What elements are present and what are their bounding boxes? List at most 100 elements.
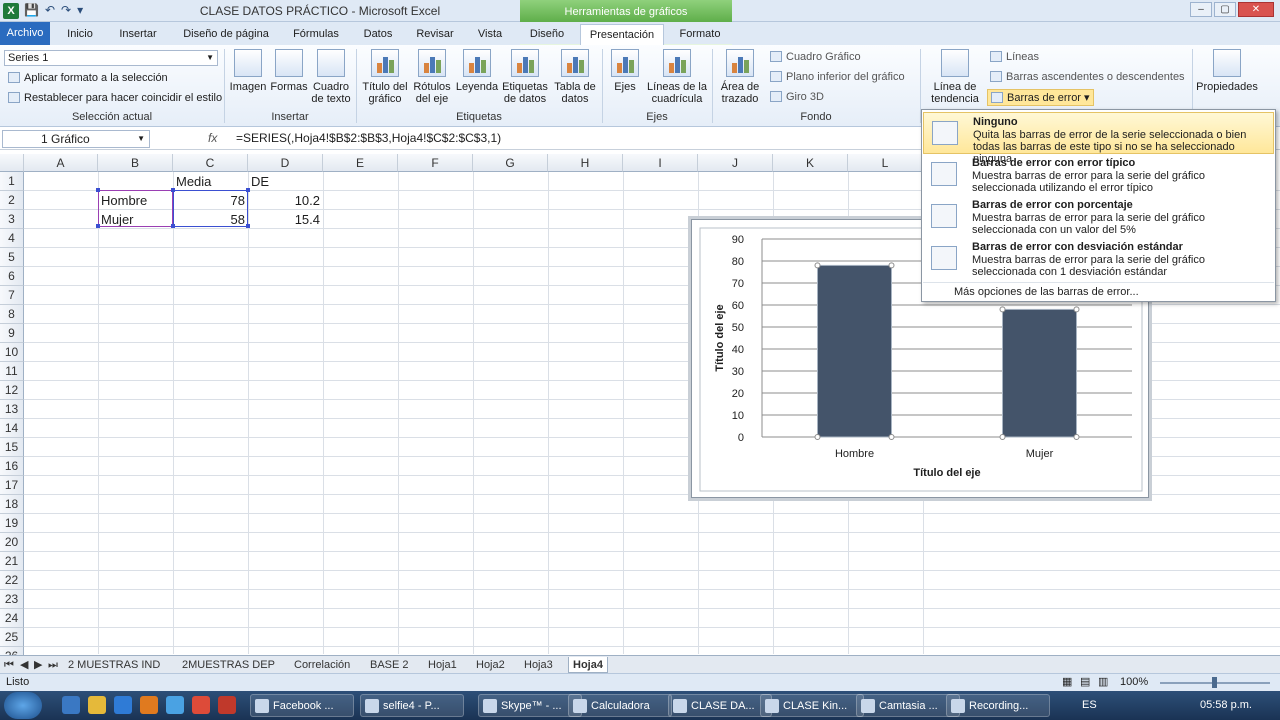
range-handle[interactable] xyxy=(96,188,100,192)
row-header[interactable]: 21 xyxy=(0,552,24,571)
format-selection-button[interactable]: Aplicar formato a la selección xyxy=(8,72,168,84)
reset-style-button[interactable]: Restablecer para hacer coincidir el esti… xyxy=(8,92,222,104)
menu-item-standard-error[interactable]: Barras de error con error típico Muestra… xyxy=(923,154,1274,196)
menu-item-standard-deviation[interactable]: Barras de error con desviación estándar … xyxy=(923,238,1274,280)
tab-insertar[interactable]: Insertar xyxy=(112,24,164,45)
axis-titles-button[interactable]: Rótulos del eje xyxy=(410,49,454,105)
close-button[interactable]: ✕ xyxy=(1238,2,1274,17)
sheet-tab[interactable]: Hoja4 xyxy=(568,657,608,673)
row-header[interactable]: 14 xyxy=(0,419,24,438)
app-icon[interactable] xyxy=(218,696,236,714)
data-labels-button[interactable]: Etiquetas de datos xyxy=(500,49,550,105)
row-header[interactable]: 12 xyxy=(0,381,24,400)
row-header[interactable]: 2 xyxy=(0,191,24,210)
taskbar-item[interactable]: CLASE DA... xyxy=(668,694,772,717)
row-header[interactable]: 15 xyxy=(0,438,24,457)
range-handle[interactable] xyxy=(171,224,175,228)
tab-formato[interactable]: Formato xyxy=(672,24,728,45)
range-handle[interactable] xyxy=(96,224,100,228)
sheet-tab[interactable]: Correlación xyxy=(294,657,350,673)
row-header[interactable]: 24 xyxy=(0,609,24,628)
taskbar-item[interactable]: Recording... xyxy=(946,694,1050,717)
tab-vista[interactable]: Vista xyxy=(470,24,510,45)
minimize-button[interactable]: – xyxy=(1190,2,1212,17)
cell-c1[interactable]: Media xyxy=(173,172,214,191)
row-header[interactable]: 4 xyxy=(0,229,24,248)
tab-revisar[interactable]: Revisar xyxy=(410,24,460,45)
insert-image-button[interactable]: Imagen xyxy=(229,49,267,93)
clock[interactable]: 05:58 p.m. xyxy=(1200,699,1252,711)
legend-button[interactable]: Leyenda xyxy=(455,49,499,93)
column-header[interactable]: L xyxy=(848,154,923,172)
row-header[interactable]: 10 xyxy=(0,343,24,362)
formula-input[interactable]: =SERIES(,Hoja4!$B$2:$B$3,Hoja4!$C$2:$C$3… xyxy=(236,131,501,145)
column-header[interactable]: F xyxy=(398,154,473,172)
row-header[interactable]: 17 xyxy=(0,476,24,495)
column-header[interactable]: H xyxy=(548,154,623,172)
column-header[interactable]: C xyxy=(173,154,248,172)
zoom-level[interactable]: 100% xyxy=(1120,676,1148,688)
column-header[interactable]: K xyxy=(773,154,848,172)
taskbar-item[interactable]: CLASE Kin... xyxy=(760,694,864,717)
name-box[interactable]: 1 Gráfico ▼ xyxy=(2,130,150,148)
taskbar-item[interactable]: Facebook ... xyxy=(250,694,354,717)
chrome-icon[interactable] xyxy=(192,696,210,714)
3d-rotation-button[interactable]: Giro 3D xyxy=(770,91,824,103)
cell-d3[interactable]: 15.4 xyxy=(248,210,323,229)
tab-diseno[interactable]: Diseño xyxy=(522,24,572,45)
trendline-button[interactable]: Línea de tendencia xyxy=(924,49,986,105)
data-table-button[interactable]: Tabla de datos xyxy=(552,49,598,105)
row-header[interactable]: 20 xyxy=(0,533,24,552)
up-down-bars-button[interactable]: Barras ascendentes o descendentes xyxy=(990,71,1185,83)
normal-view-icon[interactable]: ▦ xyxy=(1062,675,1072,688)
next-sheet-icon[interactable]: ▶ xyxy=(34,657,42,673)
range-handle[interactable] xyxy=(171,188,175,192)
tab-archivo[interactable]: Archivo xyxy=(0,22,50,45)
first-sheet-icon[interactable]: ⏮ xyxy=(4,657,14,673)
page-break-view-icon[interactable]: ▥ xyxy=(1098,675,1108,688)
ie-icon[interactable] xyxy=(62,696,80,714)
sheet-tab[interactable]: Hoja1 xyxy=(428,657,457,673)
start-button[interactable] xyxy=(4,692,42,719)
column-header[interactable]: G xyxy=(473,154,548,172)
lines-button[interactable]: Líneas xyxy=(990,51,1039,63)
column-header[interactable]: A xyxy=(24,154,98,172)
last-sheet-icon[interactable]: ⏭ xyxy=(48,657,58,673)
row-header[interactable]: 19 xyxy=(0,514,24,533)
row-header[interactable]: 5 xyxy=(0,248,24,267)
tab-presentacion[interactable]: Presentación xyxy=(580,24,664,45)
sheet-tab[interactable]: BASE 2 xyxy=(370,657,409,673)
language-indicator[interactable]: ES xyxy=(1082,699,1097,711)
explorer-icon[interactable] xyxy=(88,696,106,714)
page-layout-view-icon[interactable]: ▤ xyxy=(1080,675,1090,688)
tab-formulas[interactable]: Fórmulas xyxy=(286,24,346,45)
taskbar-item[interactable]: selfie4 - P... xyxy=(360,694,464,717)
axes-button[interactable]: Ejes xyxy=(606,49,644,93)
gridlines-button[interactable]: Líneas de la cuadrícula xyxy=(645,49,709,105)
column-header[interactable]: D xyxy=(248,154,323,172)
taskbar-item[interactable]: Calculadora xyxy=(568,694,672,717)
column-header[interactable]: B xyxy=(98,154,173,172)
maximize-button[interactable]: ▢ xyxy=(1214,2,1236,17)
more-error-bar-options[interactable]: Más opciones de las barras de error... xyxy=(954,286,1139,298)
cell-d1[interactable]: DE xyxy=(248,172,272,191)
row-header[interactable]: 11 xyxy=(0,362,24,381)
sheet-tab[interactable]: Hoja3 xyxy=(524,657,553,673)
insert-function-icon[interactable]: fx xyxy=(208,131,217,145)
menu-item-none[interactable]: Ninguno Quita las barras de error de la … xyxy=(923,112,1274,165)
zoom-slider-thumb[interactable] xyxy=(1212,677,1217,688)
row-header[interactable]: 1 xyxy=(0,172,24,191)
taskbar-item[interactable]: Camtasia ... xyxy=(856,694,960,717)
prev-sheet-icon[interactable]: ◀ xyxy=(20,657,28,673)
column-header[interactable]: I xyxy=(623,154,698,172)
row-header[interactable]: 16 xyxy=(0,457,24,476)
sheet-tab[interactable]: 2MUESTRAS DEP xyxy=(182,657,275,673)
media-player-icon[interactable] xyxy=(114,696,132,714)
row-header[interactable]: 7 xyxy=(0,286,24,305)
properties-button[interactable]: Propiedades xyxy=(1196,49,1258,93)
select-all-corner[interactable] xyxy=(0,154,24,172)
error-bars-button[interactable]: Barras de error ▾ xyxy=(987,89,1094,106)
taskbar-item[interactable]: Skype™ - ... xyxy=(478,694,582,717)
row-header[interactable]: 3 xyxy=(0,210,24,229)
media-center-icon[interactable] xyxy=(140,696,158,714)
